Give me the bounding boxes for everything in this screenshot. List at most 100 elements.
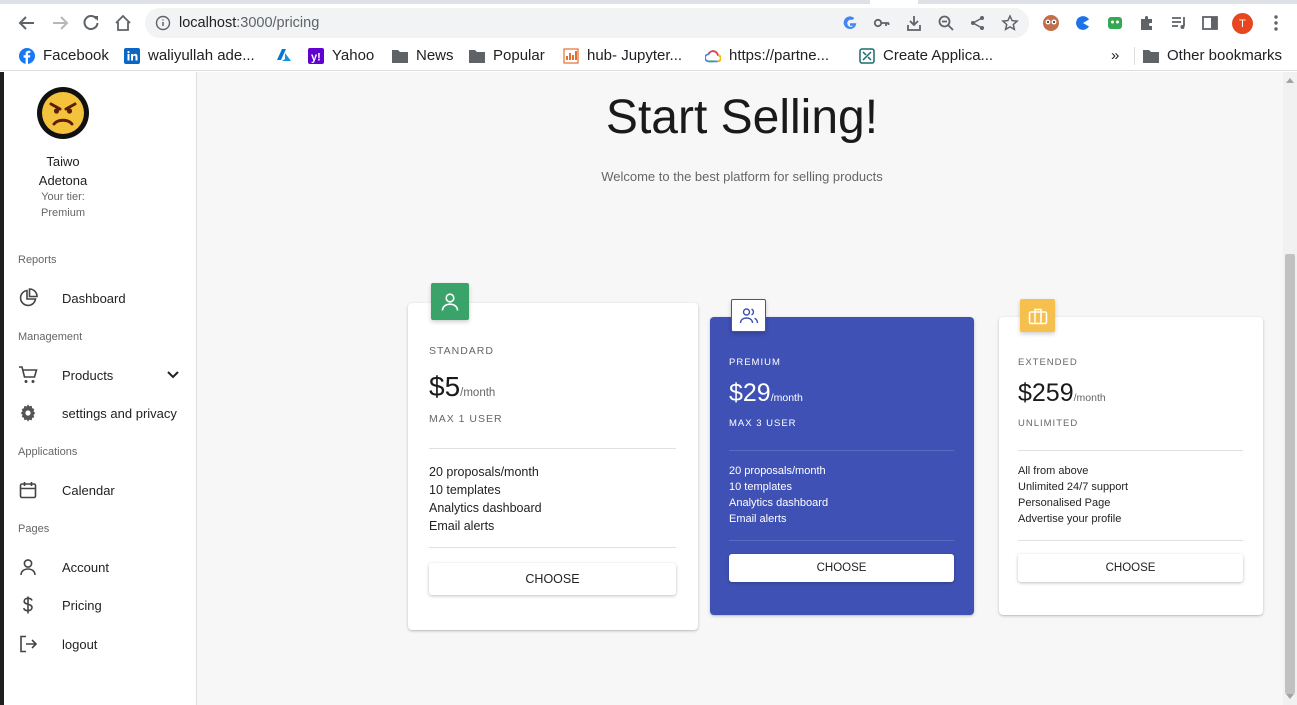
gear-icon [18,403,38,423]
bookmark-label: News [416,47,454,64]
dollar-icon [18,595,38,615]
forward-button[interactable] [45,8,75,38]
feature-item: Unlimited 24/7 support [1018,481,1129,493]
page-title: Start Selling! [605,91,879,144]
folder-icon [1143,48,1159,64]
sidebar-item-label: logout [62,636,98,652]
bookmark-jupyter[interactable]: hub- Jupyter... [563,47,682,64]
address-bar[interactable]: localhost:3000/pricing [145,8,1029,38]
zoom-out-icon[interactable] [936,13,956,33]
logout-icon [18,634,38,654]
back-button[interactable] [12,8,42,38]
extension-green-icon[interactable] [1104,12,1126,34]
section-pages: Pages [18,523,50,535]
linkedin-icon [124,47,140,64]
sidebar-item-label: Account [62,559,109,575]
bookmark-facebook[interactable]: Facebook [19,47,109,64]
avatar[interactable] [37,87,89,139]
plan-card-extended: EXTENDED $259/month UNLIMITED All from a… [999,317,1263,615]
sidebar-item-account[interactable]: Account [0,550,196,584]
bookmark-partner[interactable]: https://partne... [705,47,829,64]
plan-users: MAX 1 USER [429,413,503,425]
bookmark-linkedin[interactable]: waliyullah ade... [124,47,255,64]
extension-owl-icon[interactable] [1040,12,1062,34]
sidebar-item-label: Dashboard [62,290,126,306]
bookmark-popular-folder[interactable]: Popular [469,47,545,64]
plan-name: PREMIUM [729,357,781,368]
info-icon[interactable] [153,13,173,33]
sidebar-item-settings[interactable]: settings and privacy [0,396,196,430]
sidebar-item-logout[interactable]: logout [0,627,196,661]
sidebar: Taiwo Adetona Your tier: Premium Reports… [0,72,197,705]
bookmarks-bar: Facebook waliyullah ade... y! Yahoo News… [0,41,1297,71]
key-icon[interactable] [872,13,892,33]
reload-button[interactable] [76,8,106,38]
plan-users: UNLIMITED [1018,418,1079,429]
folder-icon [392,48,408,64]
price-period: /month [1073,392,1106,404]
feature-item: 20 proposals/month [729,465,826,477]
feature-item: All from above [1018,465,1089,477]
scroll-down-arrow-icon[interactable] [1286,694,1294,699]
plan-users: MAX 3 USER [729,418,797,429]
bookmark-label: Create Applica... [883,47,994,64]
extension-blue-icon[interactable] [1072,12,1094,34]
profile-avatar[interactable]: T [1232,13,1253,34]
scroll-thumb[interactable] [1285,254,1295,694]
sidebar-item-products[interactable]: Products [0,358,196,392]
plan-badge-standard [431,283,469,320]
url-text[interactable]: localhost:3000/pricing [179,15,319,31]
divider [1018,540,1243,541]
azure-icon [276,47,292,63]
bookmark-label: Yahoo [332,47,375,64]
feature-item: Advertise your profile [1018,513,1122,525]
sidebar-item-label: Products [62,367,114,383]
side-panel-icon[interactable] [1199,12,1221,34]
sidebar-item-dashboard[interactable]: Dashboard [0,281,196,315]
install-icon[interactable] [904,13,924,33]
browser-toolbar: localhost:3000/pricing T [0,4,1297,41]
share-icon[interactable] [968,13,988,33]
tier-label: Your tier: [41,191,85,203]
choose-premium-button[interactable]: CHOOSE [729,554,954,582]
extensions-puzzle-icon[interactable] [1136,12,1158,34]
kebab-menu-icon[interactable] [1265,12,1287,34]
folder-icon [469,48,485,64]
facebook-icon [19,47,35,64]
sidebar-item-pricing[interactable]: Pricing [0,588,196,622]
plan-badge-premium [731,299,766,332]
plan-price: $29/month [729,379,803,408]
cart-icon [18,365,38,385]
sidebar-item-calendar[interactable]: Calendar [0,473,196,507]
star-icon[interactable] [1000,13,1020,33]
chevron-down-icon[interactable] [165,366,181,387]
briefcase-icon [1028,308,1047,324]
bookmark-news-folder[interactable]: News [392,47,454,64]
app-icon [859,47,875,64]
bookmark-label: Other bookmarks [1167,47,1283,64]
choose-extended-button[interactable]: CHOOSE [1018,554,1243,582]
bookmarks-overflow-button[interactable]: » [1111,47,1119,64]
page-scrollbar[interactable] [1283,72,1297,705]
divider [729,450,954,451]
user-last-name: Adetona [38,173,88,188]
plan-price: $5/month [429,371,495,403]
scroll-up-arrow-icon[interactable] [1286,78,1294,83]
google-icon[interactable] [840,13,860,33]
bookmarks-divider [1134,47,1135,65]
section-management: Management [18,331,83,343]
bookmark-other-folder[interactable]: Other bookmarks [1143,47,1282,64]
bookmark-create-app[interactable]: Create Applica... [859,47,993,64]
media-icon[interactable] [1168,12,1190,34]
reload-icon [83,15,99,30]
bookmark-yahoo[interactable]: y! Yahoo [308,47,374,64]
bookmark-azure[interactable] [276,47,300,63]
feature-item: Email alerts [729,513,787,525]
home-button[interactable] [108,8,138,38]
choose-standard-button[interactable]: CHOOSE [429,563,676,595]
feature-item: Email alerts [429,519,495,533]
feature-item: Analytics dashboard [729,497,829,509]
divider [429,547,676,548]
price-amount: $5 [429,371,461,402]
feature-item: 10 templates [429,483,501,497]
